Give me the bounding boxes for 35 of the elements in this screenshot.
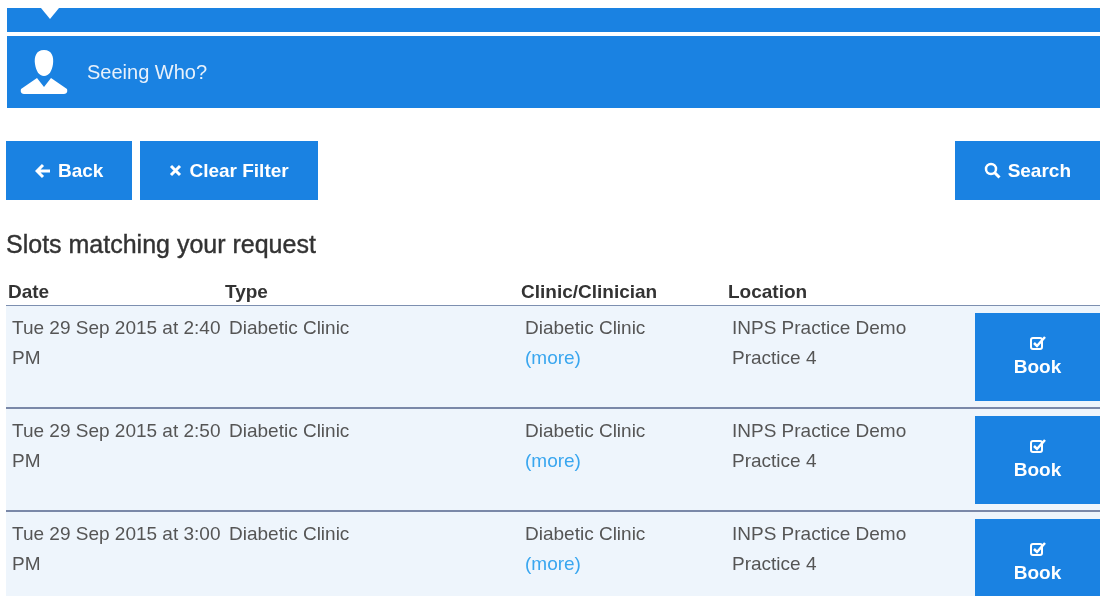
- checkbox-icon: [1029, 336, 1046, 350]
- book-button[interactable]: Book: [975, 519, 1100, 596]
- type-cell-text: Diabetic Clinic: [228, 419, 351, 443]
- clinic-name: Diabetic Clinic: [525, 522, 647, 546]
- clinic-name: Diabetic Clinic: [525, 316, 647, 340]
- date-cell-text: Tue 29 Sep 2015 at 2:50 PM: [11, 419, 222, 473]
- more-link[interactable]: (more): [525, 347, 581, 368]
- book-button[interactable]: Book: [975, 313, 1100, 401]
- close-icon: [169, 164, 183, 177]
- search-icon: [983, 162, 1001, 179]
- search-button[interactable]: Search: [954, 141, 1100, 200]
- column-header: Type: [224, 281, 269, 303]
- location-cell-text: INPS Practice Demo Practice 4: [731, 419, 908, 473]
- clear-filter-button[interactable]: Clear Filter: [140, 141, 318, 200]
- column-header: Clinic/Clinician: [520, 281, 659, 303]
- banner-title: Seeing Who?: [87, 60, 208, 84]
- location-cell-text: INPS Practice Demo Practice 4: [731, 522, 908, 576]
- type-cell-text: Diabetic Clinic: [228, 522, 351, 546]
- more-link[interactable]: (more): [525, 553, 581, 574]
- checkbox-icon: [1029, 439, 1046, 453]
- date-cell-text: Tue 29 Sep 2015 at 2:40 PM: [11, 316, 222, 370]
- caret-icon: [41, 8, 59, 20]
- more-link[interactable]: (more): [525, 450, 581, 471]
- type-cell-text: Diabetic Clinic: [228, 316, 351, 340]
- person-icon: [19, 47, 69, 97]
- clinic-name: Diabetic Clinic: [525, 419, 647, 443]
- book-button[interactable]: Book: [975, 416, 1100, 504]
- back-button[interactable]: Back: [6, 141, 133, 200]
- column-header: Date: [7, 281, 51, 303]
- date-cell-text: Tue 29 Sep 2015 at 3:00 PM: [11, 522, 222, 576]
- arrow-left-icon: [35, 162, 51, 179]
- section-heading: Slots matching your request: [6, 230, 317, 259]
- column-header: Location: [727, 281, 809, 303]
- location-cell-text: INPS Practice Demo Practice 4: [731, 316, 908, 370]
- checkbox-icon: [1029, 542, 1046, 556]
